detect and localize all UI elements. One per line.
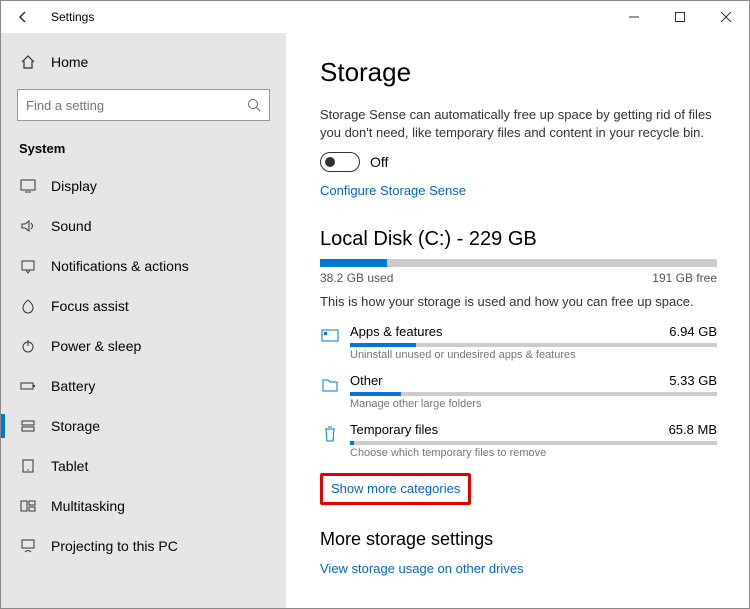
usage-desc: This is how your storage is used and how… [320, 293, 717, 311]
search-box[interactable] [17, 89, 270, 121]
cat-name: Other [350, 373, 383, 388]
window-title: Settings [45, 10, 611, 24]
folder-icon [320, 373, 350, 410]
notifications-icon [19, 257, 37, 275]
cat-name: Apps & features [350, 324, 443, 339]
nav-label: Notifications & actions [51, 258, 189, 274]
disk-used-label: 38.2 GB used [320, 271, 393, 285]
cat-size: 6.94 GB [669, 324, 717, 339]
nav-label: Power & sleep [51, 338, 141, 354]
apps-icon [320, 324, 350, 361]
nav-focus-assist[interactable]: Focus assist [1, 286, 286, 326]
cat-size: 5.33 GB [669, 373, 717, 388]
nav-power-sleep[interactable]: Power & sleep [1, 326, 286, 366]
disk-free-label: 191 GB free [652, 271, 717, 285]
category-temporary-files[interactable]: Temporary files 65.8 MB Choose which temp… [320, 422, 717, 459]
disk-title: Local Disk (C:) - 229 GB [320, 228, 717, 251]
nav-sound[interactable]: Sound [1, 206, 286, 246]
focus-assist-icon [19, 297, 37, 315]
sidebar: Home System Display Sound Notifications … [1, 33, 286, 608]
titlebar: Settings [1, 1, 749, 33]
tablet-icon [19, 457, 37, 475]
more-storage-settings-header: More storage settings [320, 529, 717, 550]
cat-hint: Choose which temporary files to remove [350, 447, 717, 459]
cat-hint: Uninstall unused or undesired apps & fea… [350, 349, 717, 361]
search-input[interactable] [26, 98, 247, 113]
show-more-categories-link[interactable]: Show more categories [331, 481, 460, 496]
configure-storage-sense-link[interactable]: Configure Storage Sense [320, 183, 466, 198]
maximize-button[interactable] [657, 1, 703, 33]
nav-label: Sound [51, 218, 91, 234]
cat-name: Temporary files [350, 422, 438, 437]
category-other[interactable]: Other 5.33 GB Manage other large folders [320, 373, 717, 410]
other-drives-link[interactable]: View storage usage on other drives [320, 561, 524, 576]
close-button[interactable] [703, 1, 749, 33]
page-title: Storage [320, 57, 717, 88]
nav-label: Tablet [51, 458, 88, 474]
toggle-label: Off [370, 154, 388, 170]
display-icon [19, 177, 37, 195]
nav-storage[interactable]: Storage [1, 406, 286, 446]
nav-home-label: Home [51, 54, 88, 70]
nav-label: Multitasking [51, 498, 125, 514]
nav-label: Projecting to this PC [51, 538, 178, 554]
category-apps-features[interactable]: Apps & features 6.94 GB Uninstall unused … [320, 324, 717, 361]
multitasking-icon [19, 497, 37, 515]
nav-display[interactable]: Display [1, 166, 286, 206]
storage-sense-desc: Storage Sense can automatically free up … [320, 106, 717, 142]
nav-label: Storage [51, 418, 100, 434]
cat-size: 65.8 MB [669, 422, 717, 437]
minimize-button[interactable] [611, 1, 657, 33]
nav-label: Focus assist [51, 298, 129, 314]
nav-multitasking[interactable]: Multitasking [1, 486, 286, 526]
nav-battery[interactable]: Battery [1, 366, 286, 406]
battery-icon [19, 377, 37, 395]
search-icon [247, 98, 261, 112]
nav-tablet[interactable]: Tablet [1, 446, 286, 486]
nav-home[interactable]: Home [1, 43, 286, 81]
group-header-system: System [1, 133, 286, 166]
trash-icon [320, 422, 350, 459]
main-content: Storage Storage Sense can automatically … [286, 33, 749, 608]
storage-sense-toggle[interactable] [320, 152, 360, 172]
power-icon [19, 337, 37, 355]
home-icon [19, 53, 37, 71]
nav-projecting[interactable]: Projecting to this PC [1, 526, 286, 566]
nav-notifications[interactable]: Notifications & actions [1, 246, 286, 286]
back-button[interactable] [1, 1, 45, 33]
sound-icon [19, 217, 37, 235]
disk-usage-bar [320, 259, 717, 267]
projecting-icon [19, 537, 37, 555]
cat-hint: Manage other large folders [350, 398, 717, 410]
storage-icon [19, 417, 37, 435]
nav-label: Display [51, 178, 97, 194]
nav-label: Battery [51, 378, 95, 394]
highlight-annotation: Show more categories [320, 473, 471, 505]
